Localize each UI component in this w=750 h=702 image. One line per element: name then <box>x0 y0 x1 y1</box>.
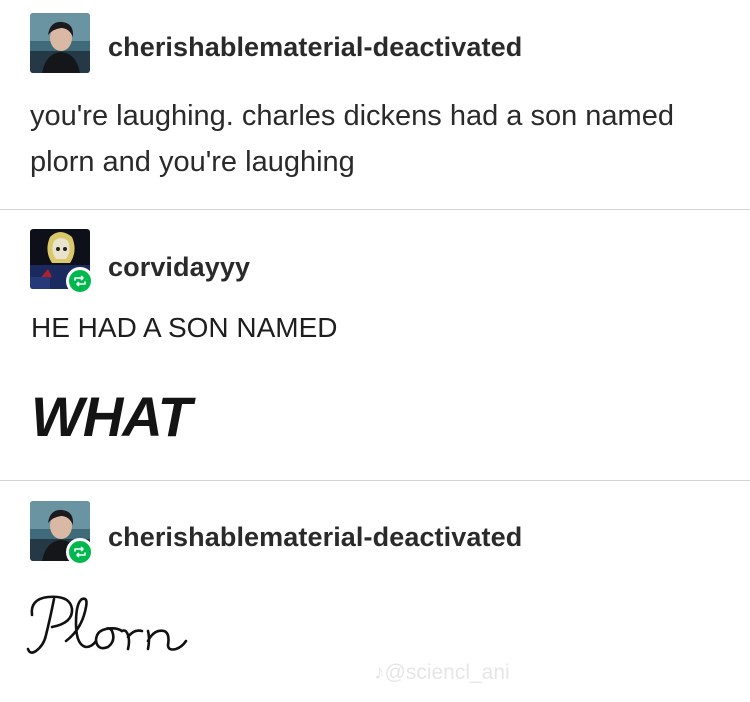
post-script-text <box>26 589 236 664</box>
avatar[interactable] <box>30 13 90 73</box>
post-original: cherishablematerial-deactivated you're l… <box>0 0 750 209</box>
username[interactable]: cherishablematerial-deactivated <box>108 522 522 553</box>
username[interactable]: cherishablematerial-deactivated <box>108 32 522 63</box>
post-reblog: corvidayyy HE HAD A SON NAMED WHAT <box>0 210 750 480</box>
post-body-text: HE HAD A SON NAMED <box>31 312 338 343</box>
post-body-text: you're laughing. charles dickens had a s… <box>30 100 674 178</box>
tiktok-icon: ♪ <box>374 661 385 684</box>
reblog-icon <box>66 538 94 566</box>
watermark: ♪@sciencl_ani <box>374 661 510 685</box>
reblog-icon <box>66 267 94 295</box>
post-emphasis-text: WHAT <box>31 385 192 448</box>
username[interactable]: corvidayyy <box>108 252 250 283</box>
watermark-text: @sciencl_ani <box>384 661 510 684</box>
